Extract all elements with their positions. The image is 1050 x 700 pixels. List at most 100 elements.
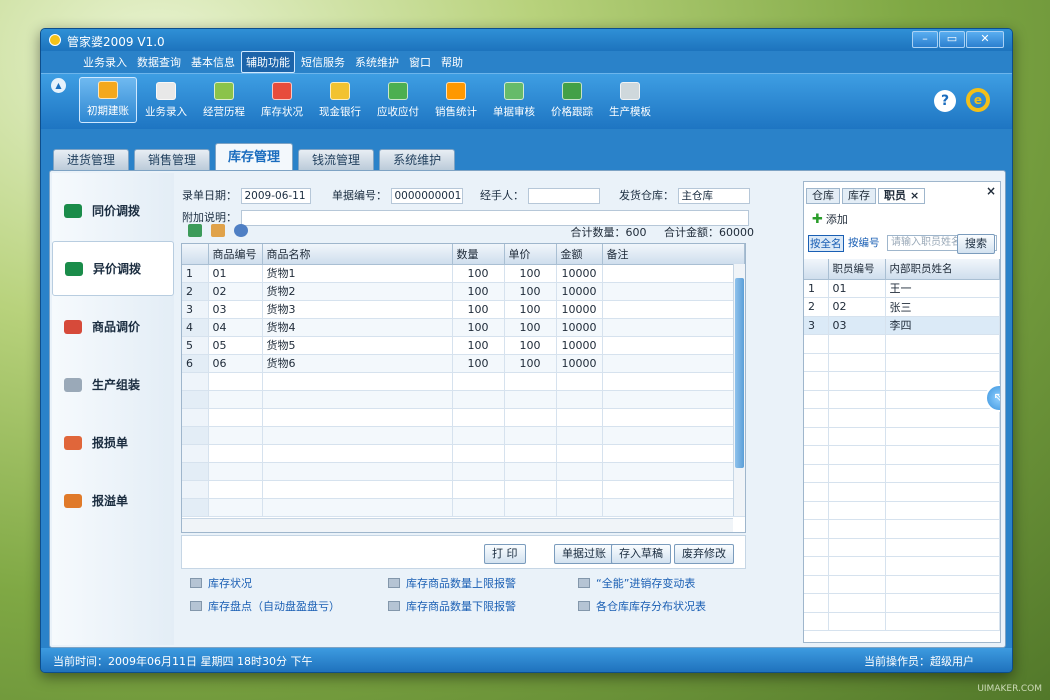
- staff-row[interactable]: [804, 464, 1000, 483]
- box-icon[interactable]: [211, 224, 225, 237]
- add-staff-button[interactable]: ✚ 添加: [812, 211, 848, 227]
- action-button-1[interactable]: 打 印: [484, 544, 526, 564]
- table-row[interactable]: 2 02 货物2 100 100 10000: [182, 282, 745, 301]
- sidebar-item-3[interactable]: 商品调价: [52, 299, 174, 354]
- panel-tab-3[interactable]: 职员 ×: [878, 188, 926, 204]
- tab-2[interactable]: 销售管理: [134, 149, 211, 171]
- table-vscroll[interactable]: [733, 264, 745, 516]
- panel-tab-1[interactable]: 仓库: [806, 188, 840, 204]
- report-link[interactable]: “全能”进销存变动表: [578, 575, 695, 591]
- toolbar-button-3[interactable]: 经营历程: [195, 77, 253, 123]
- report-link[interactable]: 库存盘点（自动盘盈盘亏）: [190, 598, 340, 614]
- menu-item-5[interactable]: 短信服务: [297, 52, 349, 72]
- table-row[interactable]: [182, 426, 745, 445]
- collapse-icon[interactable]: ▲: [51, 78, 66, 93]
- toolbar-button-9[interactable]: 价格跟踪: [543, 77, 601, 123]
- report-link[interactable]: 库存商品数量上限报警: [388, 575, 516, 591]
- panel-tab-2[interactable]: 库存: [842, 188, 876, 204]
- minimize-button[interactable]: –: [912, 31, 938, 48]
- sidebar-item-5[interactable]: 报损单: [52, 415, 174, 470]
- table-row[interactable]: [182, 408, 745, 427]
- table-cell: [556, 480, 603, 499]
- table-row[interactable]: [182, 372, 745, 391]
- staff-row[interactable]: [804, 408, 1000, 428]
- tab-close-icon[interactable]: ×: [910, 189, 919, 202]
- staff-row[interactable]: [804, 390, 1000, 409]
- menu-item-2[interactable]: 数据查询: [133, 52, 185, 72]
- toolbar-button-4[interactable]: 库存状况: [253, 77, 311, 123]
- table-row[interactable]: 6 06 货物6 100 100 10000: [182, 354, 745, 373]
- toolbar-button-7[interactable]: 销售统计: [427, 77, 485, 123]
- report-link[interactable]: 库存状况: [190, 575, 252, 591]
- help-icon[interactable]: ?: [934, 90, 956, 112]
- table-row[interactable]: 5 05 货物5 100 100 10000: [182, 336, 745, 355]
- excel-icon[interactable]: [188, 224, 202, 237]
- report-link[interactable]: 各仓库库存分布状况表: [578, 598, 706, 614]
- staff-row[interactable]: [804, 593, 1000, 613]
- menu-item-3[interactable]: 基本信息: [187, 52, 239, 72]
- staff-row[interactable]: 2 02 张三: [804, 297, 1000, 317]
- menu-item-1[interactable]: 业务录入: [79, 52, 131, 72]
- staff-row[interactable]: [804, 538, 1000, 557]
- toolbar-button-1[interactable]: 初期建账: [79, 77, 137, 123]
- staff-row[interactable]: [804, 445, 1000, 465]
- staff-row[interactable]: [804, 612, 1000, 631]
- table-row[interactable]: [182, 462, 745, 481]
- close-button[interactable]: ✕: [966, 31, 1004, 48]
- action-button-4[interactable]: 废弃修改: [674, 544, 734, 564]
- action-button-2[interactable]: 单据过账: [554, 544, 614, 564]
- sidebar-item-6[interactable]: 报溢单: [52, 473, 174, 528]
- table-row[interactable]: 3 03 货物3 100 100 10000: [182, 300, 745, 319]
- menu-item-7[interactable]: 窗口: [405, 52, 435, 72]
- tab-1[interactable]: 进货管理: [53, 149, 130, 171]
- panel-close-icon[interactable]: ×: [986, 184, 996, 198]
- table-row[interactable]: [182, 444, 745, 463]
- sidebar-item-2[interactable]: 异价调拨: [52, 241, 174, 296]
- table-hscroll[interactable]: [182, 518, 733, 532]
- search-by-code-button[interactable]: 按编号: [848, 235, 880, 250]
- scroll-thumb[interactable]: [735, 278, 744, 468]
- staff-row[interactable]: [804, 353, 1000, 372]
- toolbar-button-8[interactable]: 单据审核: [485, 77, 543, 123]
- staff-row[interactable]: 1 01 王一: [804, 279, 1000, 298]
- tab-4[interactable]: 钱流管理: [298, 149, 375, 171]
- table-row[interactable]: 4 04 货物4 100 100 10000: [182, 318, 745, 337]
- menu-item-6[interactable]: 系统维护: [351, 52, 403, 72]
- table-cell: [602, 426, 745, 445]
- staff-row[interactable]: [804, 501, 1000, 520]
- tab-5[interactable]: 系统维护: [379, 149, 456, 171]
- staff-row[interactable]: [804, 334, 1000, 354]
- toolbar-button-2[interactable]: 业务录入: [137, 77, 195, 123]
- tab-3[interactable]: 库存管理: [215, 143, 294, 171]
- search-by-name-button[interactable]: 按全名: [808, 235, 844, 252]
- staff-row[interactable]: [804, 482, 1000, 502]
- sidebar-item-4[interactable]: 生产组装: [52, 357, 174, 412]
- toolbar-button-5[interactable]: 现金银行: [311, 77, 369, 123]
- toolbar-button-6[interactable]: 应收应付: [369, 77, 427, 123]
- table-row[interactable]: [182, 498, 745, 517]
- search-button[interactable]: 搜索: [957, 234, 995, 254]
- staff-row[interactable]: [804, 371, 1000, 391]
- action-button-3[interactable]: 存入草稿: [611, 544, 671, 564]
- table-row[interactable]: 1 01 货物1 100 100 10000: [182, 264, 745, 283]
- toolbar-button-10[interactable]: 生产模板: [601, 77, 659, 123]
- staff-row[interactable]: [804, 556, 1000, 576]
- warehouse-field[interactable]: 主仓库: [677, 188, 750, 204]
- doc-no-field[interactable]: 0000000001: [390, 188, 463, 204]
- staff-row[interactable]: [804, 427, 1000, 446]
- staff-row[interactable]: 3 03 李四: [804, 316, 1000, 335]
- browser-icon[interactable]: e: [966, 88, 990, 112]
- report-link[interactable]: 库存商品数量下限报警: [388, 598, 516, 614]
- table-row[interactable]: [182, 480, 745, 499]
- sidebar-item-1[interactable]: 同价调拨: [52, 183, 174, 238]
- date-field[interactable]: 2009-06-11: [240, 188, 311, 204]
- menu-item-8[interactable]: 帮助: [437, 52, 467, 72]
- handler-field[interactable]: [527, 188, 600, 204]
- person-icon[interactable]: [234, 224, 248, 237]
- maximize-button[interactable]: ▭: [939, 31, 965, 48]
- table-row[interactable]: [182, 390, 745, 409]
- menu-item-4[interactable]: 辅助功能: [241, 51, 295, 73]
- sidebar-item-label: 报损单: [92, 436, 129, 450]
- staff-row[interactable]: [804, 575, 1000, 594]
- staff-row[interactable]: [804, 519, 1000, 539]
